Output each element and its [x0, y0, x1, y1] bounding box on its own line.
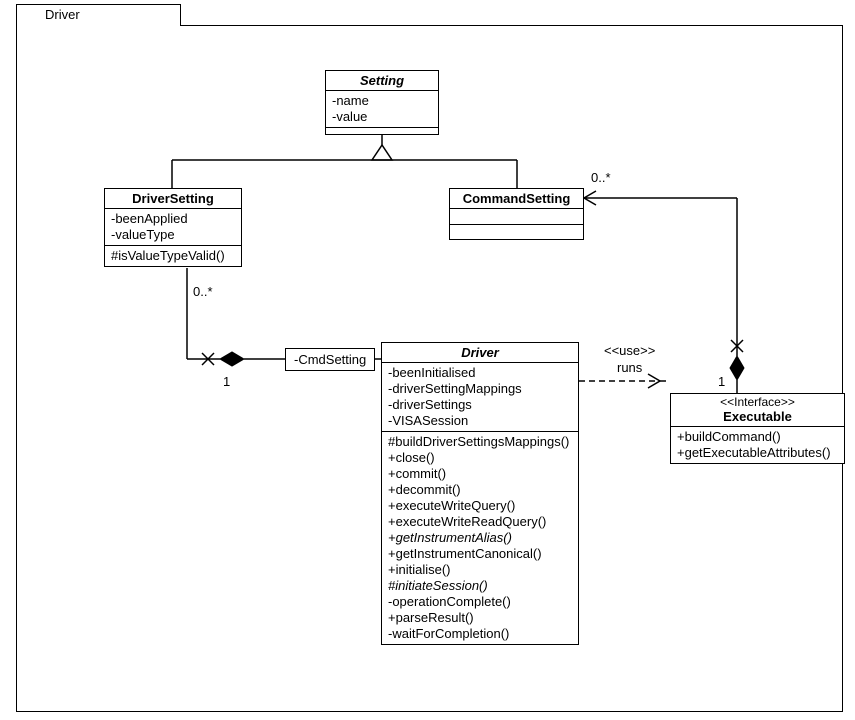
attr: -beenInitialised: [388, 365, 572, 381]
op: -operationComplete(): [388, 594, 572, 610]
attr: -value: [332, 109, 432, 125]
attrs-driver: -beenInitialised -driverSettingMappings …: [382, 363, 578, 432]
op: #buildDriverSettingsMappings(): [388, 434, 572, 450]
package-name: Driver: [45, 7, 80, 22]
ops-driver: #buildDriverSettingsMappings()+close()+c…: [382, 432, 578, 644]
mult-driver-setting: 0..*: [193, 284, 213, 299]
mult-driver-1: 1: [223, 374, 230, 389]
op: +commit(): [388, 466, 572, 482]
class-driver-setting: DriverSetting -beenApplied -valueType #i…: [104, 188, 242, 267]
attrs-driver-setting: -beenApplied -valueType: [105, 209, 241, 246]
op: +close(): [388, 450, 572, 466]
ops-command-setting: [450, 225, 583, 239]
class-title-driver: Driver: [382, 343, 578, 363]
class-title-command-setting: CommandSetting: [450, 189, 583, 209]
op: #isValueTypeValid(): [111, 248, 235, 264]
attr: -valueType: [111, 227, 235, 243]
op: +buildCommand(): [677, 429, 838, 445]
class-driver: Driver -beenInitialised -driverSettingMa…: [381, 342, 579, 645]
attrs-setting: -name -value: [326, 91, 438, 128]
op: +executeWriteQuery(): [388, 498, 572, 514]
mult-executable-1: 1: [718, 374, 725, 389]
op: +getExecutableAttributes(): [677, 445, 838, 461]
ops-executable: +buildCommand() +getExecutableAttributes…: [671, 427, 844, 463]
package-tab: Driver: [16, 4, 181, 26]
class-executable: <<Interface>> Executable +buildCommand()…: [670, 393, 845, 464]
attrs-command-setting: [450, 209, 583, 225]
class-title-setting: Setting: [326, 71, 438, 91]
class-setting: Setting -name -value: [325, 70, 439, 135]
attr: -driverSettings: [388, 397, 572, 413]
ops-driver-setting: #isValueTypeValid(): [105, 246, 241, 266]
class-title-executable: Executable: [671, 409, 844, 426]
use-stereotype: <<use>>: [604, 343, 655, 358]
op: +decommit(): [388, 482, 572, 498]
ops-setting: [326, 128, 438, 134]
mult-command-setting: 0..*: [591, 170, 611, 185]
attr: -beenApplied: [111, 211, 235, 227]
attr: -VISASession: [388, 413, 572, 429]
op: +getInstrumentCanonical(): [388, 546, 572, 562]
role-cmd-setting: -CmdSetting: [285, 348, 375, 371]
op: #initiateSession(): [388, 578, 572, 594]
class-command-setting: CommandSetting: [449, 188, 584, 240]
use-label: runs: [617, 360, 642, 375]
attr: -driverSettingMappings: [388, 381, 572, 397]
op: +executeWriteReadQuery(): [388, 514, 572, 530]
class-title-driver-setting: DriverSetting: [105, 189, 241, 209]
op: +getInstrumentAlias(): [388, 530, 572, 546]
attr: -name: [332, 93, 432, 109]
stereotype-executable: <<Interface>>: [671, 394, 844, 409]
op: +parseResult(): [388, 610, 572, 626]
op: -waitForCompletion(): [388, 626, 572, 642]
op: +initialise(): [388, 562, 572, 578]
